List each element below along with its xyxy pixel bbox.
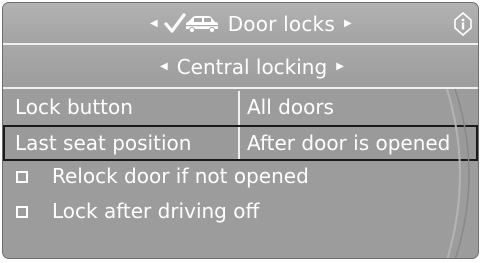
triangle-right-icon[interactable]: ▶ — [336, 62, 344, 72]
triangle-left-icon[interactable]: ◀ — [160, 62, 168, 72]
triangle-left-icon[interactable]: ◀ — [150, 19, 158, 29]
submenu-title: Central locking — [176, 55, 328, 79]
option-label: Relock door if not opened — [52, 164, 309, 188]
setting-value: All doors — [247, 95, 334, 119]
setting-label: Lock button — [15, 95, 133, 119]
idrive-screen: ◀ Door locks ▶ ◀ Central locking ▶ Lock … — [2, 2, 479, 259]
option-label: Lock after driving off — [52, 199, 260, 223]
info-icon[interactable] — [453, 12, 473, 36]
car-check-icon — [164, 13, 218, 34]
menu-header-center: ◀ Door locks ▶ — [150, 10, 352, 38]
checkbox[interactable] — [16, 206, 28, 218]
checkbox[interactable] — [16, 171, 28, 183]
submenu-header: ◀ Central locking ▶ — [3, 45, 478, 89]
submenu-header-center: ◀ Central locking ▶ — [160, 54, 344, 80]
menu-header: ◀ Door locks ▶ — [3, 3, 478, 45]
column-divider — [238, 127, 240, 159]
controller-arc-decoration — [446, 89, 470, 258]
setting-label: Last seat position — [15, 131, 192, 155]
page-title: Door locks — [227, 12, 335, 36]
triangle-right-icon[interactable]: ▶ — [344, 19, 352, 29]
